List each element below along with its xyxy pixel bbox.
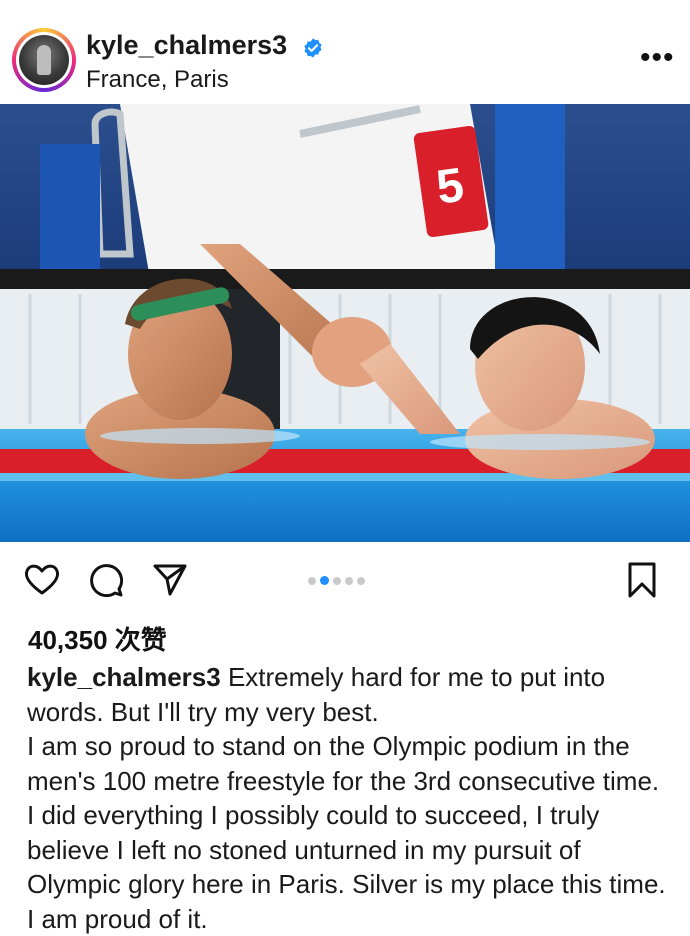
post-header: kyle_chalmers3 France, Paris •••: [0, 0, 690, 100]
bookmark-icon[interactable]: [622, 560, 662, 600]
avatar-figure: [37, 45, 51, 75]
share-icon[interactable]: [150, 560, 190, 600]
like-count[interactable]: 40,350 次赞: [28, 620, 167, 657]
carousel-dot-active: [320, 576, 329, 586]
water-splash-left: [100, 428, 300, 444]
comment-icon[interactable]: [86, 560, 126, 600]
water-splash-right: [430, 434, 650, 450]
avatar-photo: [19, 35, 69, 85]
carousel-dot: [333, 576, 341, 585]
caption-body: I am so proud to stand on the Olympic po…: [27, 731, 666, 934]
carousel-dot: [345, 576, 353, 585]
pool-wall-edge: [0, 269, 690, 289]
post-location[interactable]: France, Paris: [86, 66, 229, 94]
post-caption: kyle_chalmers3 Extremely hard for me to …: [27, 660, 667, 936]
caption-first-paragraph: kyle_chalmers3 Extremely hard for me to …: [27, 660, 667, 729]
avatar[interactable]: [12, 28, 76, 92]
caption-username[interactable]: kyle_chalmers3: [27, 662, 221, 692]
more-options-icon[interactable]: •••: [640, 43, 675, 73]
avatar-border: [16, 32, 72, 88]
carousel-indicator: [308, 572, 369, 586]
post-photo[interactable]: 5: [0, 104, 690, 542]
verified-badge-icon: [304, 38, 322, 58]
official-right: [495, 104, 565, 274]
carousel-dot: [308, 576, 316, 585]
carousel-dot: [357, 576, 365, 585]
post-username[interactable]: kyle_chalmers3: [86, 30, 287, 61]
official-left: [40, 144, 100, 269]
heart-icon[interactable]: [22, 560, 62, 600]
